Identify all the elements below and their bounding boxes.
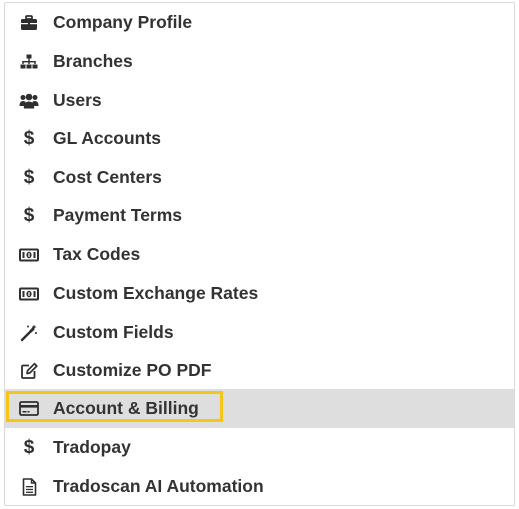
credit-card-icon <box>18 398 40 420</box>
users-icon <box>18 90 40 112</box>
file-text-icon <box>18 476 40 498</box>
money-bill-icon <box>18 244 40 266</box>
dollar-icon: $ <box>23 437 35 458</box>
money-bill-icon <box>18 283 40 305</box>
settings-menu-panel: Company Profile Branches Users $ GL Acco… <box>4 2 515 506</box>
menu-item-tax-codes[interactable]: Tax Codes <box>5 235 514 274</box>
menu-item-label: Custom Exchange Rates <box>53 283 259 303</box>
dollar-icon: $ <box>23 128 35 149</box>
menu-item-label: Account & Billing <box>53 398 199 418</box>
menu-item-label: Company Profile <box>53 12 193 32</box>
menu-item-account-billing[interactable]: Account & Billing <box>5 389 514 428</box>
menu-item-label: Tradoscan AI Automation <box>53 476 264 496</box>
menu-item-label: Customize PO PDF <box>53 360 212 380</box>
menu-item-payment-terms[interactable]: $ Payment Terms <box>5 196 514 235</box>
menu-item-label: GL Accounts <box>53 128 161 148</box>
menu-item-branches[interactable]: Branches <box>5 42 514 81</box>
menu-item-label: Cost Centers <box>53 167 162 187</box>
menu-item-custom-fields[interactable]: Custom Fields <box>5 313 514 352</box>
menu-item-custom-exchange-rates[interactable]: Custom Exchange Rates <box>5 274 514 313</box>
menu-item-company-profile[interactable]: Company Profile <box>5 3 514 42</box>
menu-item-customize-po-pdf[interactable]: Customize PO PDF <box>5 351 514 390</box>
menu-item-tradopay[interactable]: $ Tradopay <box>5 428 514 467</box>
magic-wand-icon <box>18 322 40 344</box>
menu-item-label: Users <box>53 90 102 110</box>
menu-item-tradoscan-ai-automation[interactable]: Tradoscan AI Automation <box>5 467 514 506</box>
menu-item-label: Custom Fields <box>53 322 174 342</box>
menu-item-label: Tax Codes <box>53 244 141 264</box>
menu-item-users[interactable]: Users <box>5 81 514 120</box>
menu-item-gl-accounts[interactable]: $ GL Accounts <box>5 119 514 158</box>
menu-item-label: Tradopay <box>53 437 131 457</box>
briefcase-icon <box>18 12 40 34</box>
menu-item-cost-centers[interactable]: $ Cost Centers <box>5 158 514 197</box>
dollar-icon: $ <box>23 205 35 226</box>
dollar-icon: $ <box>23 167 35 188</box>
menu-item-label: Branches <box>53 51 133 71</box>
edit-icon <box>18 360 40 382</box>
menu-item-label: Payment Terms <box>53 205 183 225</box>
sitemap-icon <box>18 51 40 73</box>
